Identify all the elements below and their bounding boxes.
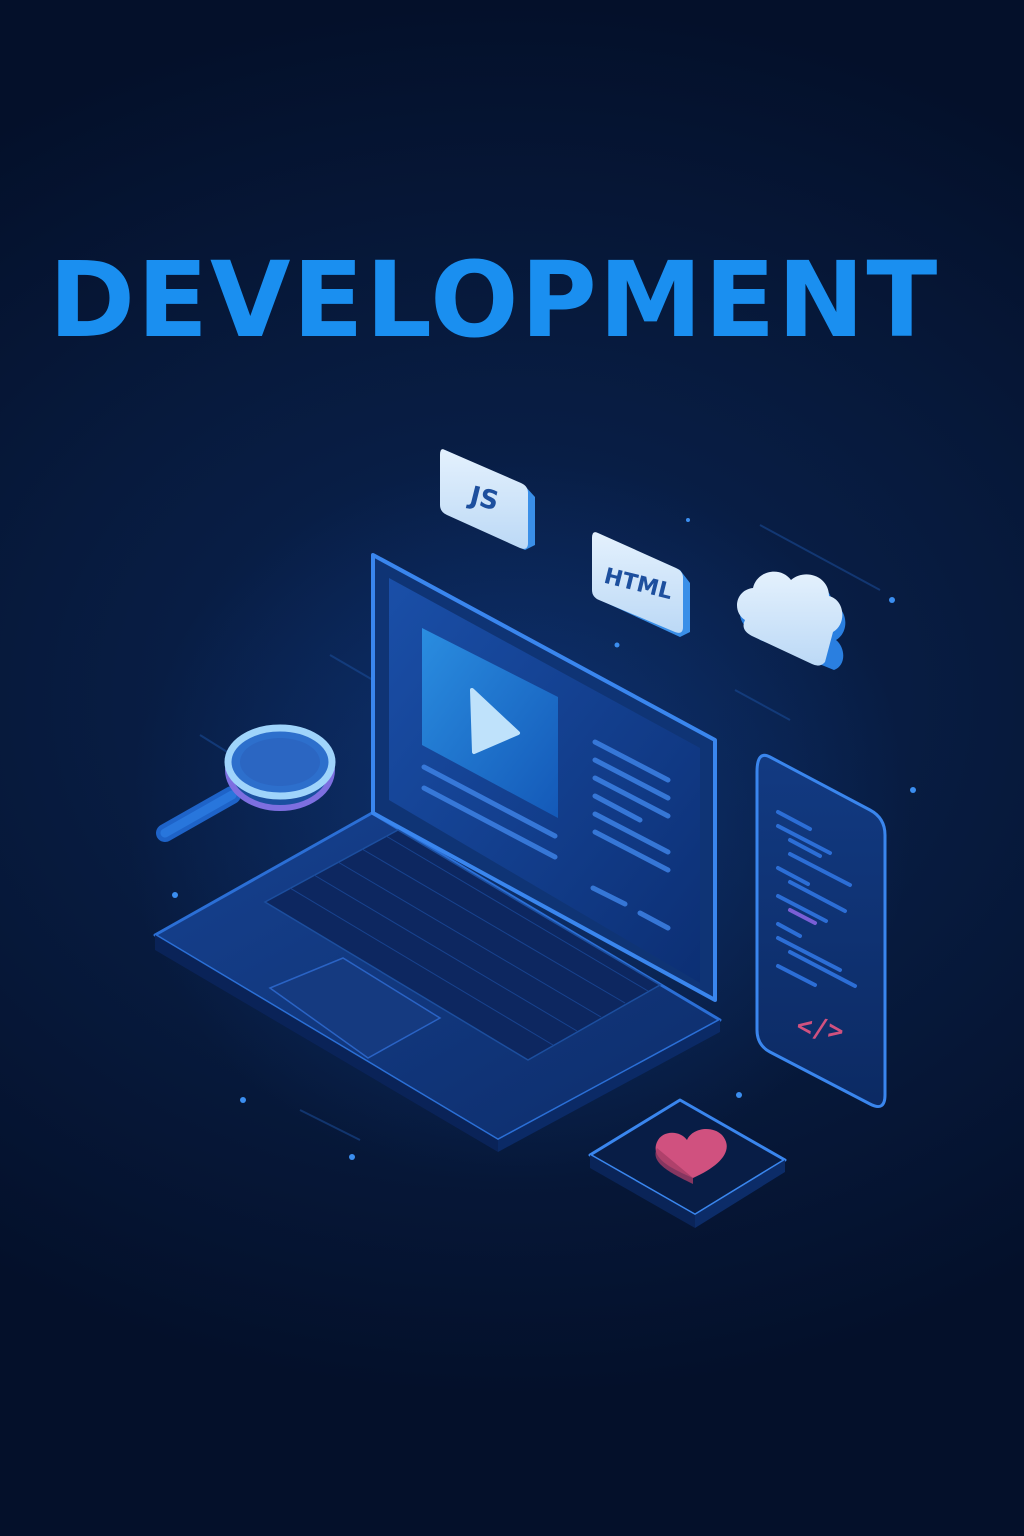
cloud-icon [737, 571, 846, 670]
laptop [153, 553, 722, 1152]
code-panel: </> [755, 753, 887, 1108]
html-badge: HTML [592, 532, 690, 637]
js-badge: JS [440, 449, 535, 550]
development-illustration: JS HTML </> [153, 449, 916, 1228]
illustration-canvas: DEVELOPMENT JS HTML </> [0, 0, 1024, 1536]
heart-tile [588, 1098, 787, 1228]
magnifying-glass-icon [156, 724, 336, 842]
